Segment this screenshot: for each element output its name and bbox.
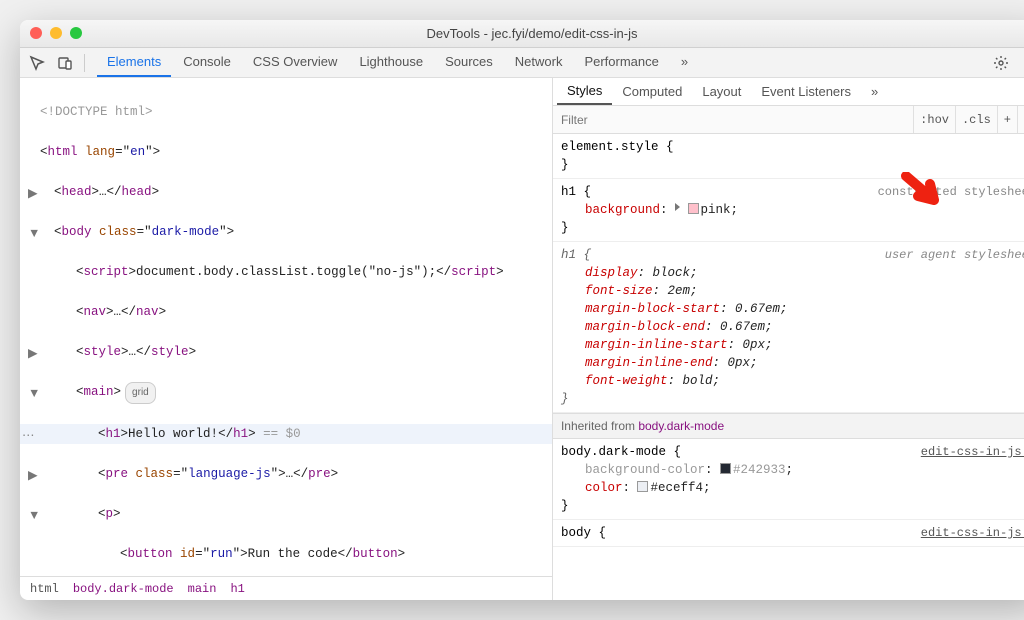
devtools-window: DevTools - jec.fyi/demo/edit-css-in-js E… bbox=[20, 20, 1024, 600]
titlebar: DevTools - jec.fyi/demo/edit-css-in-js bbox=[20, 20, 1024, 48]
crumb-h1[interactable]: h1 bbox=[230, 582, 244, 596]
tab-console[interactable]: Console bbox=[173, 48, 241, 77]
subtab-layout[interactable]: Layout bbox=[692, 79, 751, 104]
tab-css-overview[interactable]: CSS Overview bbox=[243, 48, 348, 77]
zoom-icon[interactable] bbox=[70, 27, 82, 39]
subtab-event-listeners[interactable]: Event Listeners bbox=[751, 79, 861, 104]
styles-filter-bar: :hov .cls + bbox=[553, 106, 1024, 134]
dom-tree[interactable]: <!DOCTYPE html> <html lang="en"> ▶<head>… bbox=[20, 78, 552, 576]
crumb-html[interactable]: html bbox=[30, 582, 59, 596]
rule-element-style[interactable]: element.style { } bbox=[553, 134, 1024, 179]
more-icon[interactable] bbox=[1016, 52, 1024, 74]
tabs-overflow-icon[interactable]: » bbox=[671, 48, 698, 77]
rule-h1-constructed[interactable]: constructed stylesheet h1 { background: … bbox=[553, 179, 1024, 242]
grid-badge[interactable]: grid bbox=[125, 382, 156, 404]
subtab-computed[interactable]: Computed bbox=[612, 79, 692, 104]
computed-toggle-icon[interactable] bbox=[1017, 106, 1024, 133]
window-controls bbox=[30, 27, 82, 39]
device-toggle-icon[interactable] bbox=[54, 52, 76, 74]
elements-panel: <!DOCTYPE html> <html lang="en"> ▶<head>… bbox=[20, 78, 553, 600]
inspect-icon[interactable] bbox=[26, 52, 48, 74]
cls-toggle[interactable]: .cls bbox=[955, 106, 997, 133]
color-swatch-icon[interactable] bbox=[688, 203, 699, 214]
breadcrumb[interactable]: html body.dark-mode main h1 bbox=[20, 576, 552, 600]
main-toolbar: Elements Console CSS Overview Lighthouse… bbox=[20, 48, 1024, 78]
tab-network[interactable]: Network bbox=[505, 48, 573, 77]
origin-ua: user agent stylesheet bbox=[885, 246, 1024, 264]
tab-sources[interactable]: Sources bbox=[435, 48, 503, 77]
settings-icon[interactable] bbox=[990, 52, 1012, 74]
crumb-body[interactable]: body.dark-mode bbox=[73, 582, 174, 596]
divider bbox=[84, 54, 85, 72]
crumb-main[interactable]: main bbox=[188, 582, 217, 596]
inherited-from: Inherited from body.dark-mode bbox=[553, 413, 1024, 439]
color-swatch-icon[interactable] bbox=[720, 463, 731, 474]
color-swatch-icon[interactable] bbox=[637, 481, 648, 492]
sidebar-tabs: Styles Computed Layout Event Listeners » bbox=[553, 78, 1024, 106]
minimize-icon[interactable] bbox=[50, 27, 62, 39]
expand-icon[interactable] bbox=[675, 203, 680, 211]
subtabs-overflow-icon[interactable]: » bbox=[861, 79, 888, 104]
annotation-arrow-icon bbox=[900, 172, 946, 212]
close-icon[interactable] bbox=[30, 27, 42, 39]
rule-h1-ua: user agent stylesheet h1 { display: bloc… bbox=[553, 242, 1024, 413]
origin-link[interactable]: edit-css-in-js:1 bbox=[921, 524, 1024, 542]
tab-elements[interactable]: Elements bbox=[97, 48, 171, 77]
main-split: <!DOCTYPE html> <html lang="en"> ▶<head>… bbox=[20, 78, 1024, 600]
new-style-icon[interactable]: + bbox=[997, 106, 1017, 133]
rule-body[interactable]: edit-css-in-js:1 body { bbox=[553, 520, 1024, 547]
filter-input[interactable] bbox=[553, 113, 913, 127]
origin-link[interactable]: edit-css-in-js:1 bbox=[921, 443, 1024, 461]
rule-body-dark[interactable]: edit-css-in-js:1 body.dark-mode { backgr… bbox=[553, 439, 1024, 520]
panel-tabs: Elements Console CSS Overview Lighthouse… bbox=[97, 48, 698, 77]
tab-lighthouse[interactable]: Lighthouse bbox=[349, 48, 433, 77]
tab-performance[interactable]: Performance bbox=[574, 48, 668, 77]
window-title: DevTools - jec.fyi/demo/edit-css-in-js bbox=[427, 26, 638, 41]
hov-toggle[interactable]: :hov bbox=[913, 106, 955, 133]
subtab-styles[interactable]: Styles bbox=[557, 78, 612, 105]
selected-node[interactable]: ⋯<h1>Hello world!</h1> == $0 bbox=[20, 424, 552, 444]
styles-panel: Styles Computed Layout Event Listeners »… bbox=[553, 78, 1024, 600]
ellipsis-icon[interactable]: ⋯ bbox=[22, 426, 35, 446]
styles-list: element.style { } constructed stylesheet… bbox=[553, 134, 1024, 600]
doctype: <!DOCTYPE html> bbox=[40, 105, 153, 119]
